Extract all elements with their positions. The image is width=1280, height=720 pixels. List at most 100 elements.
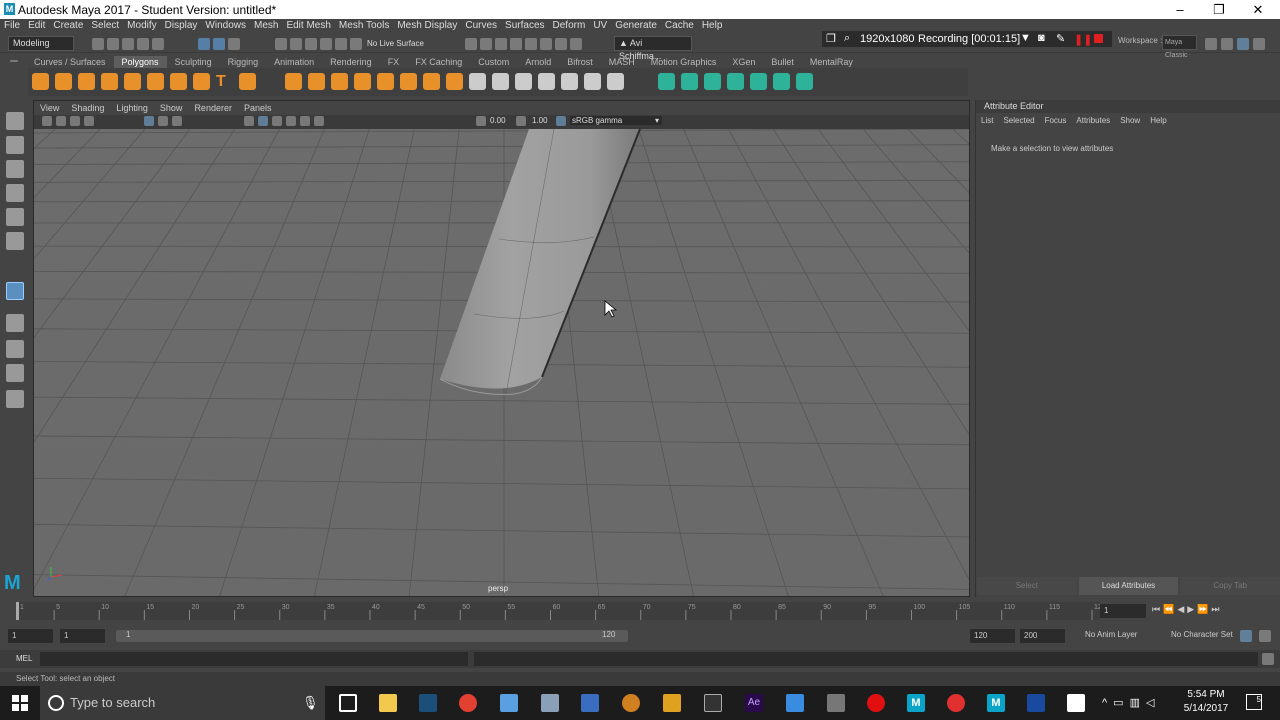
tab-custom[interactable]: Custom <box>470 56 517 68</box>
select-camera-icon[interactable] <box>42 116 52 126</box>
undo-icon[interactable] <box>137 38 149 50</box>
minimize-button[interactable]: – <box>1170 2 1190 17</box>
menu-deform[interactable]: Deform <box>549 19 590 33</box>
snap-curve-icon[interactable] <box>290 38 302 50</box>
render-settings-icon[interactable] <box>510 38 522 50</box>
visual-studio-icon[interactable] <box>786 694 804 712</box>
menu-uv[interactable]: UV <box>589 19 611 33</box>
snap-surface-icon[interactable] <box>335 38 347 50</box>
select-tool-icon[interactable] <box>6 112 24 130</box>
menu-create[interactable]: Create <box>49 19 87 33</box>
ae-menu-selected[interactable]: Selected <box>998 114 1039 128</box>
maya-second-icon[interactable]: M <box>987 694 1005 712</box>
microphone-icon[interactable]: 🎙 <box>302 686 319 720</box>
animation-end-field[interactable]: 200 <box>1020 629 1065 643</box>
menu-display[interactable]: Display <box>161 19 202 33</box>
tab-rendering[interactable]: Rendering <box>322 56 380 68</box>
camera-attributes-icon[interactable] <box>56 116 66 126</box>
tab-fx[interactable]: FX <box>380 56 408 68</box>
chrome-icon[interactable] <box>459 694 477 712</box>
snap-grid-icon[interactable] <box>275 38 287 50</box>
toggle-modeling-toolkit-icon[interactable] <box>1221 38 1233 50</box>
color-management-icon[interactable] <box>556 116 566 126</box>
app-icon-9[interactable] <box>663 694 681 712</box>
tab-animation[interactable]: Animation <box>266 56 322 68</box>
playback-end-field[interactable]: 120 <box>970 629 1015 643</box>
battery-icon[interactable]: ▭ <box>1113 697 1129 709</box>
app-icon-13[interactable] <box>827 694 845 712</box>
viewport-panel[interactable]: View Shading Lighting Show Renderer Pane… <box>33 100 970 597</box>
save-scene-icon[interactable] <box>122 38 134 50</box>
taskbar-search-box[interactable]: Type to search 🎙 <box>40 686 325 720</box>
recording-menu-chevron-icon[interactable]: ▼ <box>1020 32 1031 44</box>
app-icon-6[interactable] <box>541 694 559 712</box>
select-component-icon[interactable] <box>228 38 240 50</box>
tray-chevron-up-icon[interactable]: ^ <box>1102 697 1113 709</box>
tab-polygons[interactable]: Polygons <box>113 56 167 68</box>
checker-uv-icon[interactable] <box>773 73 790 90</box>
magnifier-icon[interactable]: ⌕ <box>844 32 850 45</box>
viewport-menu-show[interactable]: Show <box>154 101 189 115</box>
step-back-frame-icon[interactable]: ◀ <box>1177 604 1187 614</box>
extrude-icon[interactable] <box>400 73 417 90</box>
auto-uv-icon[interactable] <box>681 73 698 90</box>
paint-select-tool-icon[interactable] <box>6 160 24 178</box>
current-frame-field[interactable]: 1 <box>1100 604 1146 618</box>
windows-start-icon[interactable] <box>12 695 28 711</box>
go-to-end-icon[interactable]: ⏭ <box>1211 604 1222 614</box>
ipr-render-icon[interactable] <box>495 38 507 50</box>
viewport-menu-shading[interactable]: Shading <box>65 101 110 115</box>
camera-icon[interactable]: ◙ <box>1038 32 1045 44</box>
quad-draw-icon[interactable] <box>561 73 578 90</box>
ae-menu-attributes[interactable]: Attributes <box>1071 114 1115 128</box>
fill-hole-icon[interactable] <box>469 73 486 90</box>
snap-point-icon[interactable] <box>305 38 317 50</box>
redo-icon[interactable] <box>152 38 164 50</box>
time-slider-ticks[interactable]: 1 5 10 15 20 25 30 35 40 45 50 55 60 65 70 75 80 85 90 95 10… <box>16 600 1100 622</box>
workspace-dropdown[interactable]: Maya Classic <box>1162 35 1197 59</box>
script-editor-icon[interactable] <box>1262 653 1274 665</box>
command-input[interactable] <box>40 652 468 666</box>
new-scene-icon[interactable] <box>92 38 104 50</box>
textured-icon[interactable] <box>272 116 282 126</box>
bevel-icon[interactable] <box>446 73 463 90</box>
resolution-gate-icon[interactable] <box>172 116 182 126</box>
poly-disc-icon[interactable] <box>170 73 187 90</box>
pause-recording-icon[interactable]: ❚❚ <box>1074 33 1092 46</box>
tab-fx-caching[interactable]: FX Caching <box>407 56 470 68</box>
menu-cache[interactable]: Cache <box>661 19 698 33</box>
ae-menu-list[interactable]: List <box>976 114 998 128</box>
exposure-icon[interactable] <box>476 116 486 126</box>
poly-cylinder-icon[interactable] <box>78 73 95 90</box>
taskbar-clock[interactable]: 5:54 PM 5/14/2017 <box>1176 688 1236 716</box>
menu-modify[interactable]: Modify <box>123 19 160 33</box>
open-scene-icon[interactable] <box>107 38 119 50</box>
menu-select[interactable]: Select <box>87 19 123 33</box>
smooth-icon[interactable] <box>331 73 348 90</box>
app-icon-7[interactable] <box>581 694 599 712</box>
tab-bifrost[interactable]: Bifrost <box>559 56 601 68</box>
tab-xgen[interactable]: XGen <box>724 56 763 68</box>
animation-start-field[interactable]: 1 <box>8 629 53 643</box>
character-set-dropdown[interactable]: No Character Set <box>1171 630 1233 639</box>
crease-icon[interactable] <box>584 73 601 90</box>
mode-dropdown[interactable]: Modeling <box>8 36 74 51</box>
outliner-icon[interactable] <box>6 390 24 408</box>
tab-arnold[interactable]: Arnold <box>517 56 559 68</box>
menu-mesh-tools[interactable]: Mesh Tools <box>335 19 393 33</box>
scene-canvas[interactable] <box>34 129 970 597</box>
maximize-button[interactable]: ❐ <box>1209 2 1229 18</box>
tab-curves-surfaces[interactable]: Curves / Surfaces <box>26 56 114 68</box>
menu-mesh[interactable]: Mesh <box>250 19 282 33</box>
render-frame-icon[interactable] <box>480 38 492 50</box>
ae-menu-help[interactable]: Help <box>1145 114 1171 128</box>
uv-editor-icon[interactable] <box>704 73 721 90</box>
mirror-icon[interactable] <box>377 73 394 90</box>
tab-mentalray[interactable]: MentalRay <box>802 56 861 68</box>
four-view-layout-icon[interactable] <box>6 314 24 332</box>
play-forward-icon[interactable]: ▶ <box>1187 604 1197 614</box>
ae-menu-show[interactable]: Show <box>1115 114 1145 128</box>
tab-motion-graphics[interactable]: Motion Graphics <box>643 56 725 68</box>
svg-icon[interactable] <box>239 73 256 90</box>
ae-menu-focus[interactable]: Focus <box>1040 114 1072 128</box>
